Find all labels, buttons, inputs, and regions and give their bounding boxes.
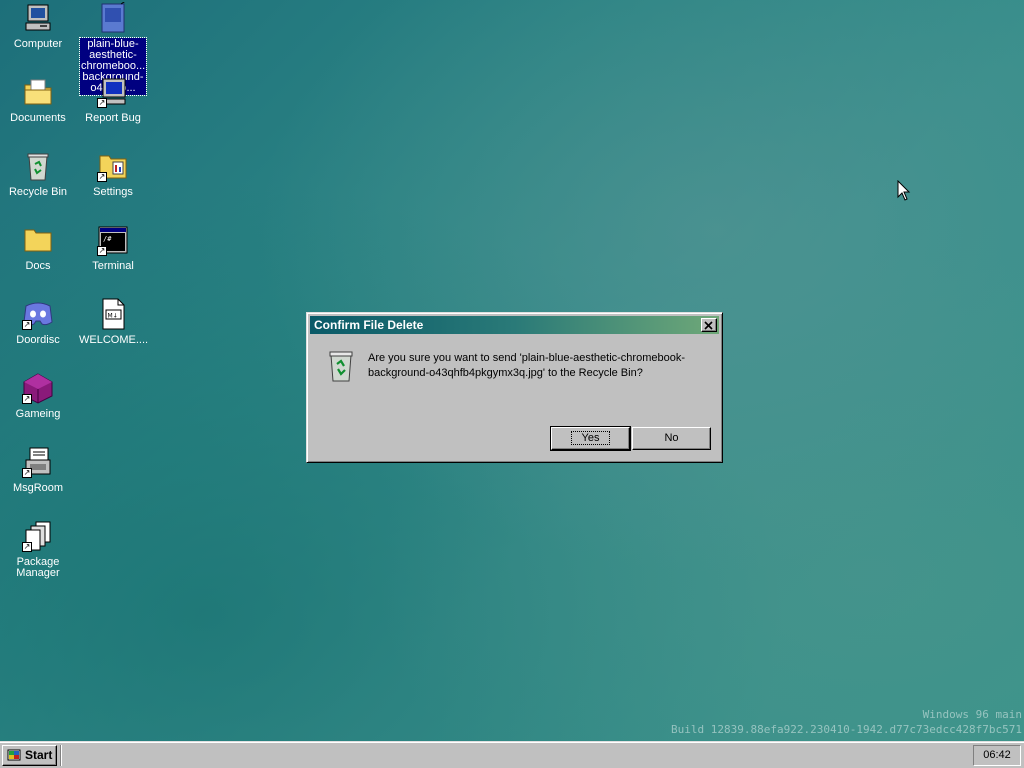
- shortcut-arrow-icon: ↗: [22, 468, 32, 478]
- no-button-label: No: [664, 432, 679, 444]
- shortcut-arrow-icon: ↗: [97, 246, 107, 256]
- desktop-icon-docs[interactable]: Docs: [3, 224, 73, 273]
- package-manager-icon: ↗: [22, 520, 54, 552]
- desktop-icon-label: Terminal: [92, 260, 134, 272]
- shortcut-arrow-icon: ↗: [22, 320, 32, 330]
- build-watermark-line2: Build 12839.88efa922.230410-1942.d77c73e…: [671, 723, 1022, 736]
- markdown-file-icon: M↓: [97, 298, 129, 330]
- shortcut-arrow-icon: ↗: [22, 542, 32, 552]
- mouse-cursor-icon: [897, 180, 911, 201]
- desktop-icon-welcome[interactable]: M↓ WELCOME....: [78, 298, 148, 347]
- desktop-icon-doordisc[interactable]: ↗ Doordisc: [3, 298, 73, 347]
- desktop-icon-label: Settings: [93, 186, 133, 198]
- desktop-icon-label: Doordisc: [16, 334, 60, 346]
- settings-icon: ↗: [97, 150, 129, 182]
- desktop-icon-terminal[interactable]: /# ↗ Terminal: [78, 224, 148, 273]
- svg-text:/#: /#: [103, 235, 112, 243]
- confirm-delete-dialog: Confirm File Delete Are you sure you wan…: [306, 312, 723, 463]
- desktop-icon-msgroom[interactable]: ↗ MsgRoom: [3, 446, 73, 495]
- close-icon: [704, 321, 713, 330]
- doordisc-icon: ↗: [22, 298, 54, 330]
- start-button[interactable]: Start: [2, 745, 57, 766]
- desktop-icon-label: MsgRoom: [12, 482, 64, 494]
- terminal-icon: /# ↗: [97, 224, 129, 256]
- recycle-bin-icon: [325, 349, 357, 386]
- clock-time: 06:42: [983, 749, 1011, 761]
- shortcut-arrow-icon: ↗: [22, 394, 32, 404]
- desktop-icon-package-manager[interactable]: ↗ Package Manager: [3, 520, 73, 580]
- desktop-icon-documents[interactable]: Documents: [3, 76, 73, 125]
- build-watermark-line1: Windows 96 main: [922, 708, 1022, 721]
- msgroom-icon: ↗: [22, 446, 54, 478]
- desktop-icon-label: Gameing: [15, 408, 61, 420]
- desktop-icon-label: WELCOME....: [79, 334, 149, 346]
- image-file-icon: [97, 0, 129, 34]
- desktop-icon-settings[interactable]: ↗ Settings: [78, 150, 148, 199]
- gameing-icon: ↗: [22, 372, 54, 404]
- svg-text:M↓: M↓: [108, 313, 118, 320]
- shortcut-arrow-icon: ↗: [97, 98, 107, 108]
- start-logo-icon: [7, 749, 21, 761]
- computer-icon: [22, 2, 54, 34]
- desktop-icon-label: Package Manager: [16, 556, 60, 579]
- system-tray-clock[interactable]: 06:42: [973, 745, 1021, 766]
- dialog-message: Are you sure you want to send 'plain-blu…: [368, 352, 685, 379]
- desktop-icon-label: Recycle Bin: [8, 186, 68, 198]
- report-bug-icon: ↗: [97, 76, 129, 108]
- taskbar: Start 06:42: [0, 741, 1024, 768]
- desktop-icon-report-bug[interactable]: ↗ Report Bug: [78, 76, 148, 125]
- desktop-icon-gameing[interactable]: ↗ Gameing: [3, 372, 73, 421]
- recycle-bin-icon: [22, 150, 54, 182]
- desktop-icon-label: Computer: [13, 38, 63, 50]
- desktop-icon-label: Docs: [25, 260, 51, 272]
- yes-button[interactable]: Yes: [550, 426, 631, 451]
- no-button[interactable]: No: [632, 427, 711, 450]
- dialog-titlebar[interactable]: Confirm File Delete: [310, 316, 719, 334]
- taskbar-divider: [60, 745, 62, 766]
- start-label: Start: [25, 748, 53, 762]
- shortcut-arrow-icon: ↗: [97, 172, 107, 182]
- desktop-icon-label: Documents: [10, 112, 66, 124]
- desktop-icon-label: Report Bug: [85, 112, 141, 124]
- desktop-icon-recycle-bin[interactable]: Recycle Bin: [3, 150, 73, 199]
- folder-icon: [22, 224, 54, 256]
- folder-documents-icon: [22, 76, 54, 108]
- dialog-title: Confirm File Delete: [314, 318, 424, 332]
- close-button[interactable]: [701, 318, 717, 332]
- yes-button-label: Yes: [570, 431, 611, 445]
- desktop-icon-computer[interactable]: Computer: [3, 2, 73, 51]
